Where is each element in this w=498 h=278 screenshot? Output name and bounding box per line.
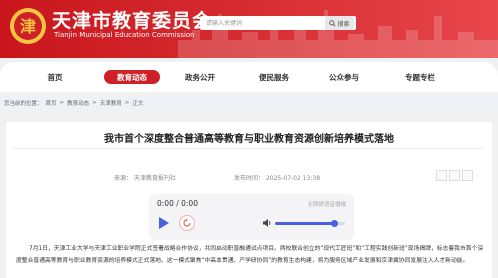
replay-icon [183, 218, 191, 227]
nav-item-special-topics[interactable]: 专题专栏 [398, 70, 442, 84]
breadcrumb-link-news[interactable]: 教育动态 [67, 99, 89, 107]
nav-item-education-news[interactable]: 教育动态 [104, 70, 160, 84]
volume-handle[interactable] [331, 220, 338, 227]
share-wechat-icon[interactable] [436, 170, 447, 181]
breadcrumb-prefix: 您当前的位置： [4, 101, 43, 107]
source-value: 天津教育报刊社 [133, 175, 176, 182]
nav-item-services[interactable]: 便民服务 [252, 70, 296, 84]
date-label: 发布时间： [234, 175, 265, 182]
nav-item-government-affairs[interactable]: 政务公开 [178, 70, 222, 84]
breadcrumb-separator: > [92, 100, 97, 106]
site-header: 津 天津市教育委员会 Tianjin Municipal Education C… [0, 0, 498, 58]
site-title[interactable]: 天津市教育委员会 [52, 6, 212, 33]
breadcrumb-separator: > [59, 100, 65, 106]
commission-logo: 津 [10, 8, 46, 44]
breadcrumb: 您当前的位置： 首页 > 教育动态 > 天津教育 > 正文 [0, 96, 498, 110]
nav-item-public-participation[interactable]: 公众参与 [322, 70, 366, 84]
site-subtitle: Tianjin Municipal Education Commission [54, 31, 195, 39]
breadcrumb-link-tianjin-education[interactable]: 天津教育 [100, 99, 122, 107]
search-button[interactable]: 搜索 [325, 16, 354, 30]
svg-text:津: 津 [20, 17, 36, 36]
volume-fill [275, 222, 335, 225]
article-card: 我市首个深度整合普通高等教育与职业教育资源创新培养模式落地 来源： 天津教育报刊… [6, 122, 492, 278]
audio-time: 0:00 / 0:00 [157, 199, 198, 208]
main-nav: 首页 教育动态 政务公开 便民服务 公众参与 专题专栏 [0, 62, 498, 92]
volume-icon[interactable] [262, 218, 272, 228]
play-icon[interactable] [157, 216, 170, 230]
source-label: 来源： [114, 175, 133, 182]
article-date: 发布时间： 2025-07-02 13:38 [234, 173, 320, 182]
search-icon [329, 19, 337, 27]
breadcrumb-link-home[interactable]: 首页 [46, 99, 57, 107]
date-value: 2025-07-02 13:38 [265, 175, 321, 182]
volume-slider[interactable] [275, 220, 345, 227]
audio-accessibility-label: 无障碍语音播报 [307, 202, 346, 208]
share-weibo-icon[interactable] [449, 170, 460, 181]
share-qq-icon[interactable] [462, 170, 473, 181]
breadcrumb-separator: > [124, 100, 130, 106]
nav-item-home[interactable]: 首页 [40, 70, 70, 84]
article-title: 我市首个深度整合普通高等教育与职业教育资源创新培养模式落地 [104, 134, 394, 145]
audio-player: 0:00 / 0:00 无障碍语音播报 [149, 194, 354, 240]
article-source: 来源： 天津教育报刊社 [114, 173, 176, 182]
search-button-label: 搜索 [337, 20, 350, 28]
title-divider [14, 148, 484, 149]
replay-button[interactable] [179, 215, 195, 231]
breadcrumb-current: 正文 [132, 101, 144, 107]
article-body: 7月1日，天津工业大学与天津工业职业学院正式签署战略合作协议，共同启动职普融通试… [16, 246, 484, 264]
